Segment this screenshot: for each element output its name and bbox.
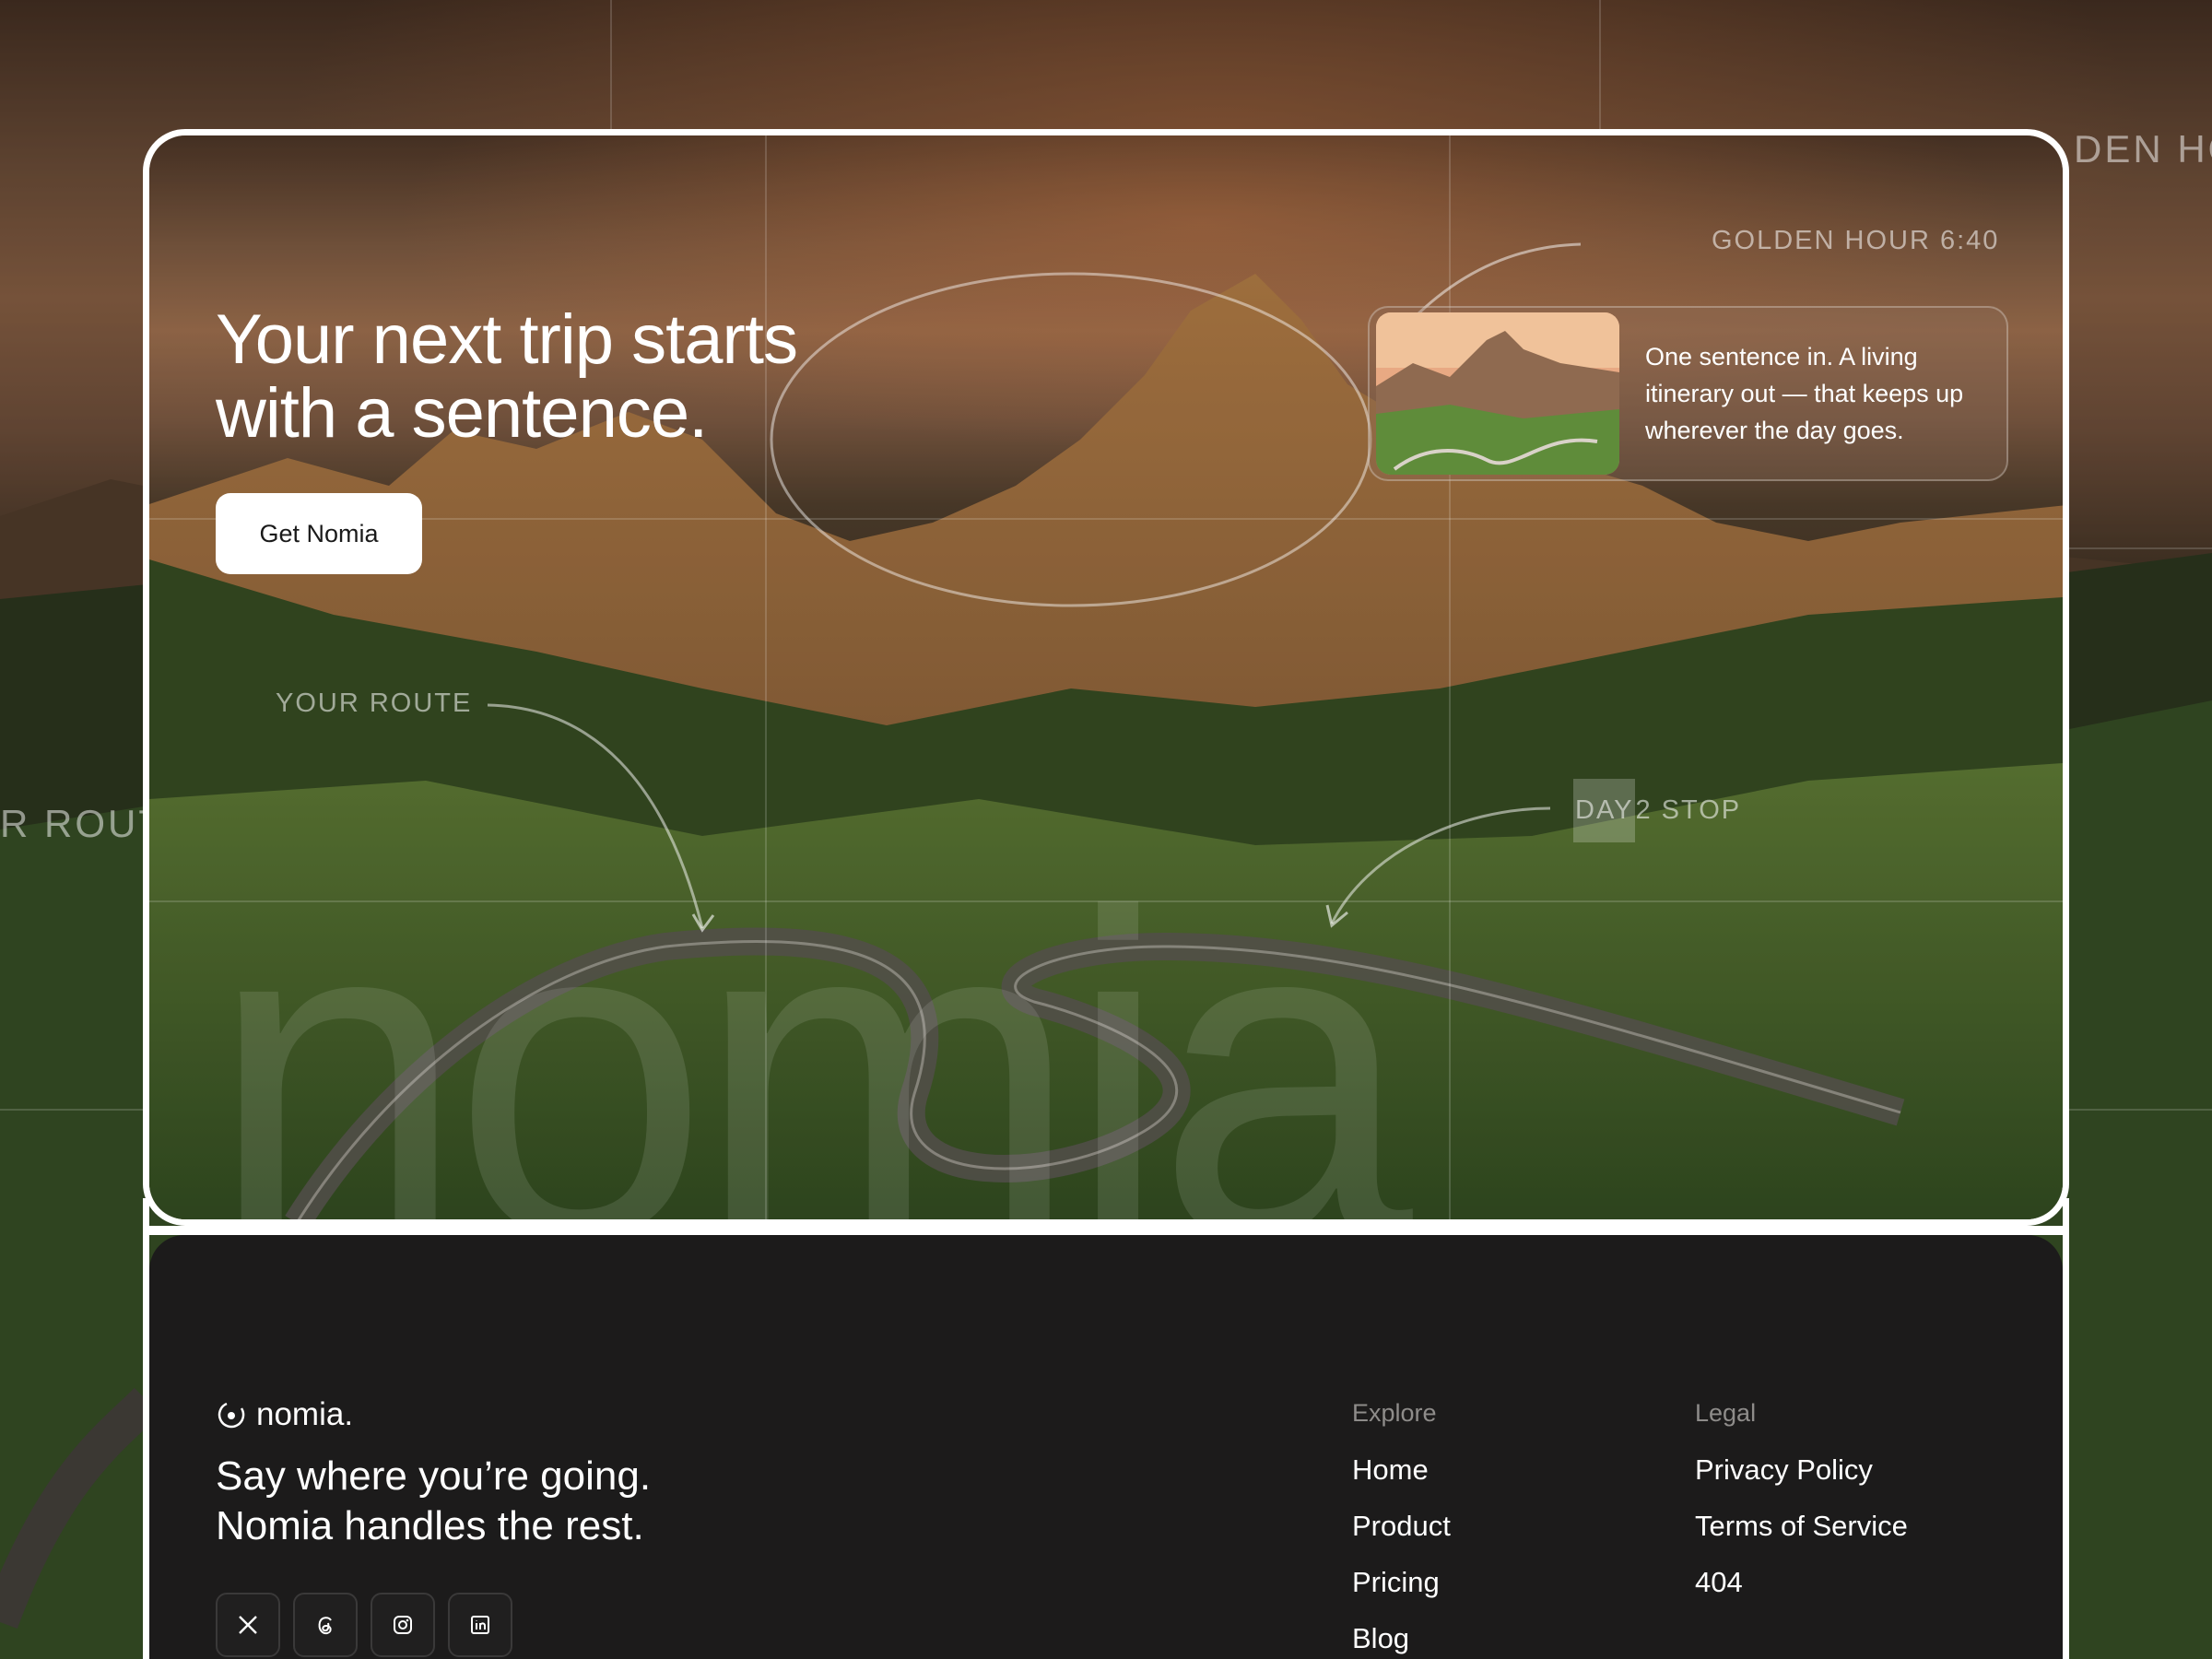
linkedin-icon <box>471 1616 489 1634</box>
outer-golden-hour-label: DEN HO <box>2074 127 2212 171</box>
guide-line <box>610 0 612 129</box>
frame-divider <box>149 1226 2063 1235</box>
logo-wordmark: nomia. <box>256 1396 354 1432</box>
linkedin-social-button[interactable] <box>448 1593 512 1657</box>
info-card: One sentence in. A living itinerary out … <box>1368 306 2008 481</box>
your-route-label: YOUR ROUTE <box>276 688 473 718</box>
footer-link-pricing[interactable]: Pricing <box>1352 1566 1451 1622</box>
tagline-line1: Say where you’re going. <box>216 1453 652 1499</box>
footer-link-privacy[interactable]: Privacy Policy <box>1695 1453 1908 1510</box>
frame-left <box>143 1198 149 1659</box>
frame-right <box>2063 1198 2069 1659</box>
mountain-photo <box>1376 312 1619 475</box>
get-nomia-button[interactable]: Get Nomia <box>216 493 422 574</box>
day2-prefix: DAY <box>1573 779 1636 842</box>
info-card-text: One sentence in. A living itinerary out … <box>1645 343 1964 444</box>
day2-suffix: 2 STOP <box>1635 795 1742 825</box>
hero-title-line1: Your next trip starts <box>216 300 798 379</box>
x-social-button[interactable] <box>216 1593 280 1657</box>
social-links <box>216 1593 512 1657</box>
mountain-photo-thumbnail <box>1376 312 1619 475</box>
legal-heading: Legal <box>1695 1399 1757 1427</box>
nomia-watermark: nomia <box>209 818 1413 1226</box>
hero-title-line2: with a sentence. <box>216 374 708 453</box>
threads-social-button[interactable] <box>293 1593 358 1657</box>
golden-hour-label: GOLDEN HOUR 6:40 <box>1712 226 2000 255</box>
day2-stop-label: DAY 2 STOP <box>1573 779 1741 842</box>
instagram-icon <box>394 1616 412 1634</box>
footer-link-blog[interactable]: Blog <box>1352 1622 1451 1659</box>
orbit-dot-icon <box>218 1402 245 1429</box>
threads-icon <box>318 1617 332 1635</box>
guide-line <box>0 1109 143 1111</box>
legal-column: Legal Privacy Policy Terms of Service 40… <box>1695 1399 1908 1622</box>
outer-route-label: R ROUT <box>0 802 165 845</box>
instagram-social-button[interactable] <box>371 1593 435 1657</box>
footer-link-product[interactable]: Product <box>1352 1510 1451 1566</box>
x-icon <box>239 1616 257 1634</box>
footer-link-404[interactable]: 404 <box>1695 1566 1908 1622</box>
tagline-line2: Nomia handles the rest. <box>216 1503 644 1548</box>
hero-title: Your next trip starts with a sentence. <box>216 303 1045 451</box>
guide-line <box>2069 1109 2212 1111</box>
explore-column: Explore Home Product Pricing Blog <box>1352 1399 1451 1659</box>
footer-logo[interactable]: nomia. <box>216 1396 353 1433</box>
guide-line <box>2069 547 2212 549</box>
explore-heading: Explore <box>1352 1399 1437 1427</box>
hero-section: nomia Your next trip starts with a sente… <box>143 129 2069 1226</box>
guide-line <box>1599 0 1601 129</box>
footer: nomia. Say where you’re going. Nomia han… <box>149 1235 2063 1659</box>
footer-link-terms[interactable]: Terms of Service <box>1695 1510 1908 1566</box>
footer-tagline: Say where you’re going. Nomia handles th… <box>216 1452 861 1551</box>
footer-link-home[interactable]: Home <box>1352 1453 1451 1510</box>
